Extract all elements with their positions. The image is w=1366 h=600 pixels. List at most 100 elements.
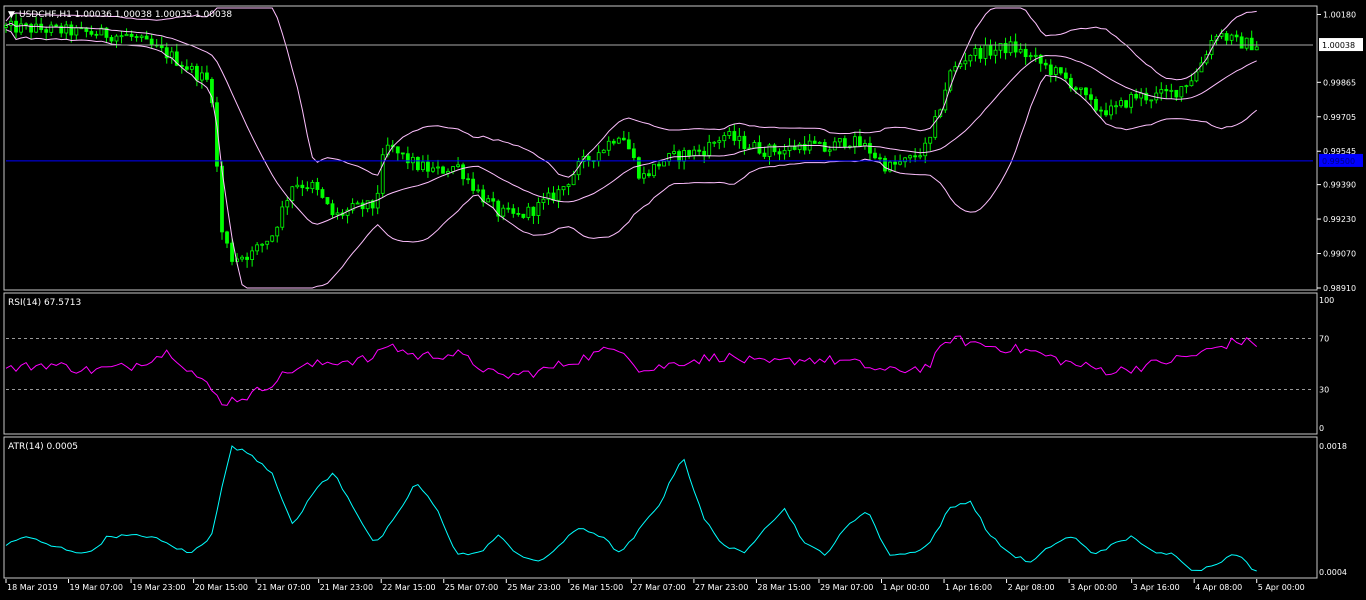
candle-body [566, 184, 571, 187]
candle-body [1189, 80, 1194, 87]
atr-panel[interactable] [3, 436, 1318, 579]
candle-body [511, 208, 516, 214]
candle-body [662, 160, 666, 167]
candle-body [1179, 86, 1184, 98]
candle-body [1079, 87, 1083, 90]
candle-body [968, 54, 973, 62]
candle-body [852, 136, 857, 147]
rsi-tick-label: 70 [1319, 334, 1329, 343]
candle-body [672, 151, 676, 154]
candle-body [626, 139, 631, 150]
price-tick-label: 0.99865 [1323, 78, 1356, 87]
time-tick-label: 22 Mar 15:00 [382, 583, 435, 592]
candle-body [290, 186, 295, 202]
price-panel[interactable] [3, 5, 1318, 291]
candle-body [471, 178, 476, 191]
candle-body [541, 198, 546, 203]
price-tick-label: 0.98910 [1323, 284, 1356, 293]
price-tick-label: 0.99230 [1323, 215, 1356, 224]
candle-body [762, 152, 767, 157]
candle-body [531, 206, 536, 216]
candle-body [456, 164, 460, 167]
time-tick-label: 5 Apr 00:00 [1258, 583, 1305, 592]
candle-body [1008, 41, 1013, 54]
candle-body [692, 149, 697, 157]
candle-body [124, 33, 129, 37]
candle-body [913, 155, 918, 158]
candle-body [792, 145, 797, 150]
candle-body [616, 137, 621, 144]
candle-body [255, 244, 260, 252]
candle-body [320, 189, 325, 198]
candle-body [270, 235, 275, 242]
candle-body [1229, 34, 1234, 41]
time-tick-label: 1 Apr 16:00 [945, 583, 992, 592]
candle-body [782, 150, 787, 155]
candle-body [476, 189, 481, 192]
time-tick-label: 18 Mar 2019 [7, 583, 58, 592]
price-tick-label: 0.99705 [1323, 113, 1356, 122]
time-tick-label: 19 Mar 23:00 [132, 583, 185, 592]
time-tick-label: 27 Mar 07:00 [632, 583, 685, 592]
candle-body [285, 200, 290, 208]
candle-body [777, 151, 782, 155]
candle-body [963, 60, 968, 65]
candle-body [149, 38, 154, 46]
candle-body [998, 43, 1003, 51]
candle-body [1058, 67, 1063, 74]
candle-body [240, 256, 244, 260]
candle-body [1089, 94, 1093, 100]
candle-body [49, 24, 54, 33]
candle-body [878, 157, 882, 160]
candle-body [1224, 33, 1229, 41]
candle-body [1249, 37, 1254, 51]
candle-body [586, 156, 591, 161]
candle-body [842, 138, 847, 147]
candle-body [837, 138, 842, 143]
candle-body [400, 152, 405, 155]
candle-body [275, 226, 280, 237]
time-tick-label: 3 Apr 00:00 [1070, 583, 1117, 592]
candle-body [410, 156, 415, 164]
candle-body [34, 23, 39, 33]
candle-body [712, 141, 717, 144]
candle-body [109, 37, 114, 42]
candle-body [144, 35, 149, 40]
candle-body [727, 131, 732, 136]
candle-body [893, 161, 897, 165]
candle-body [697, 149, 702, 152]
time-tick-label: 21 Mar 07:00 [257, 583, 310, 592]
candle-body [647, 173, 651, 177]
candle-body [245, 256, 250, 260]
candle-body [265, 240, 270, 245]
time-tick-label: 4 Apr 08:00 [1195, 583, 1242, 592]
candle-body [973, 47, 978, 56]
candle-body [732, 131, 737, 141]
candle-body [606, 140, 611, 151]
time-tick-label: 29 Mar 07:00 [820, 583, 873, 592]
atr-tick-label: 0.0018 [1319, 442, 1347, 451]
time-tick-label: 21 Mar 23:00 [320, 583, 373, 592]
candle-body [1073, 87, 1078, 90]
candle-body [1139, 92, 1144, 99]
candle-body [717, 140, 722, 143]
candle-body [119, 35, 124, 38]
candle-body [1124, 100, 1129, 108]
candle-body [657, 163, 661, 167]
trading-chart[interactable]: 1.001800.998650.997050.995450.993900.992… [0, 0, 1366, 600]
candle-body [993, 49, 998, 56]
candle-body [787, 145, 792, 151]
candle-body [54, 24, 59, 27]
time-tick-label: 20 Mar 15:00 [195, 583, 248, 592]
collapse-arrow-icon[interactable]: ▼ [8, 10, 15, 20]
candle-body [1184, 85, 1189, 88]
rsi-panel[interactable] [3, 292, 1318, 435]
candle-body [1033, 54, 1038, 57]
candle-body [230, 242, 234, 262]
candle-body [44, 29, 49, 33]
candle-body [74, 27, 79, 36]
candle-body [827, 149, 832, 152]
candle-body [742, 135, 747, 150]
candle-body [426, 161, 430, 172]
candle-body [355, 202, 360, 205]
